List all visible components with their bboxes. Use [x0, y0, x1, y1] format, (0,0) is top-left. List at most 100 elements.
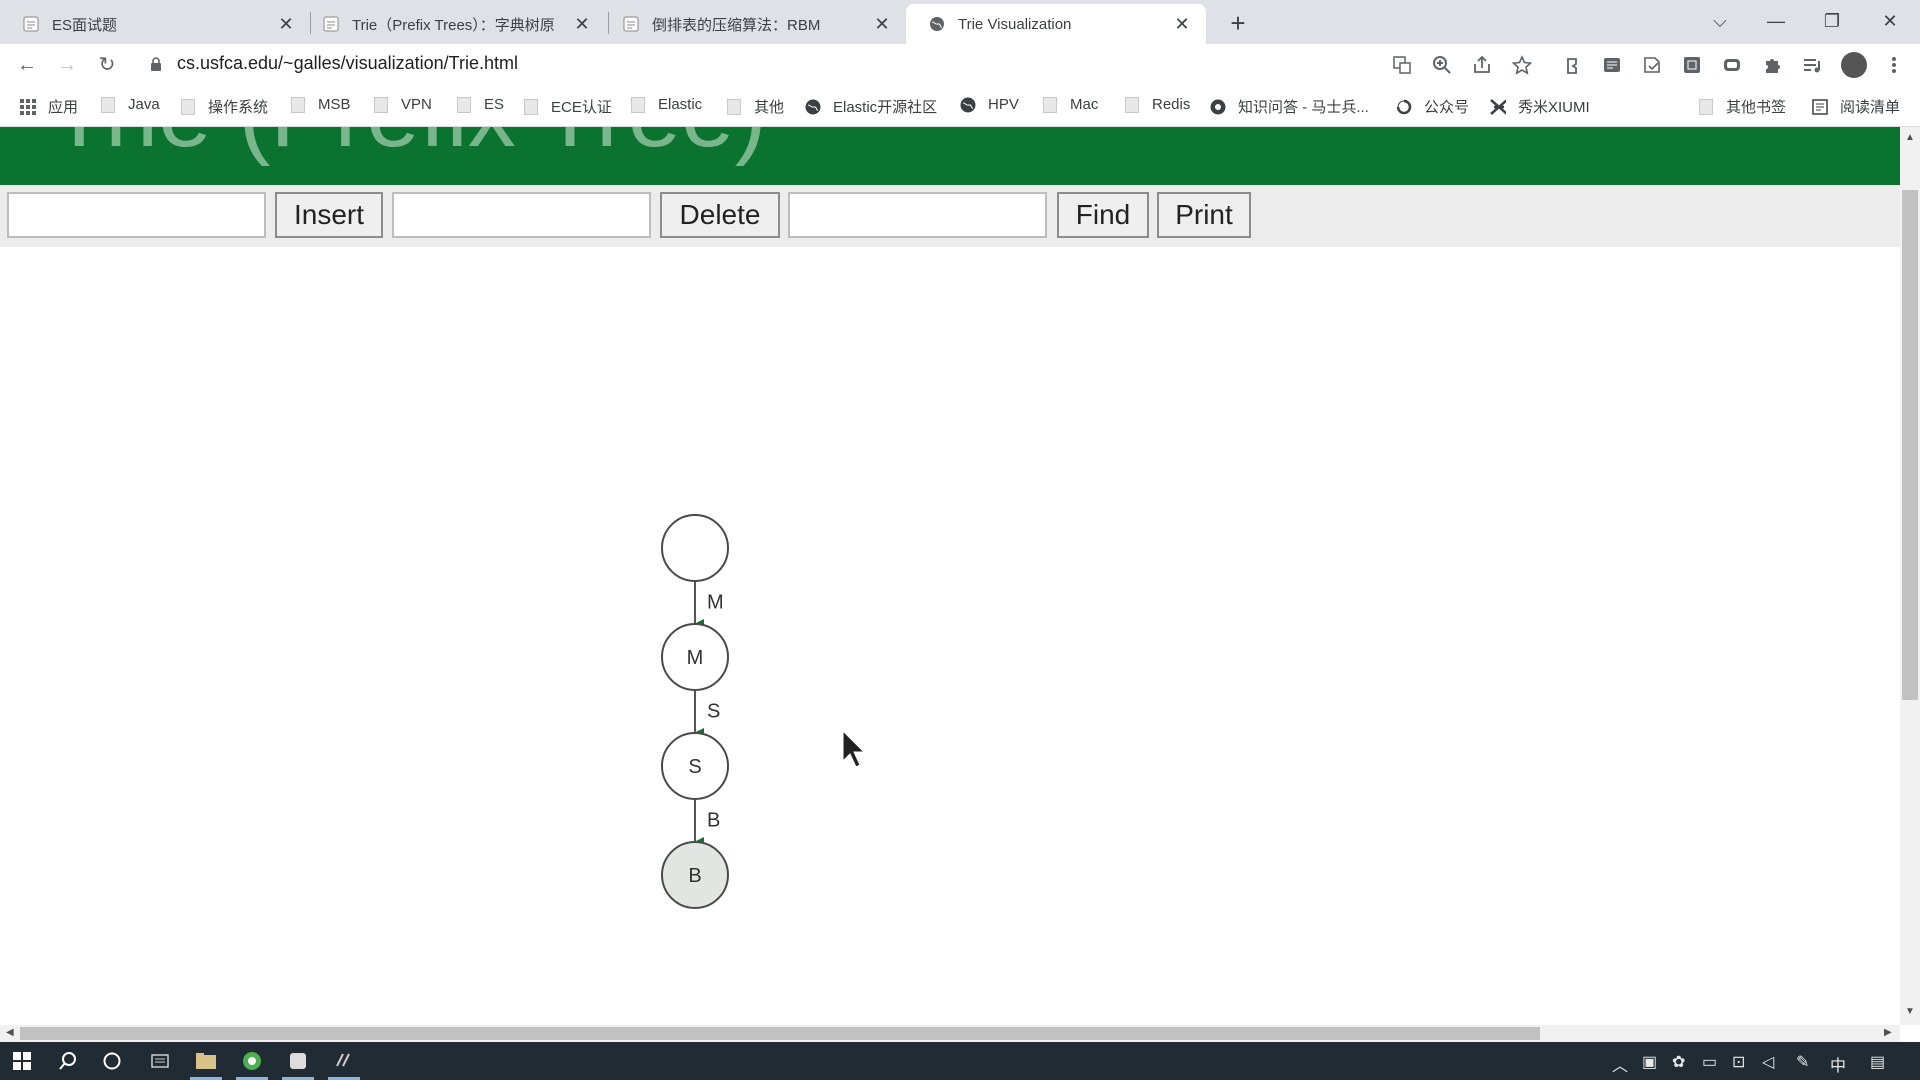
app-icon[interactable] [322, 1046, 366, 1080]
bookmark-reading-list[interactable]: 阅读清单 [1812, 96, 1900, 117]
browser-toolbar: ← → ↻ cs.usfca.edu/~galles/visualization… [0, 44, 1920, 86]
scroll-left-arrow-icon[interactable]: ◀ [6, 1027, 14, 1038]
menu-kebab-icon[interactable] [1882, 53, 1906, 77]
horizontal-scrollbar-thumb[interactable] [20, 1027, 1540, 1040]
profile-avatar[interactable] [1841, 52, 1867, 78]
folder-icon [456, 96, 472, 113]
tab-es-questions[interactable]: ES面试题 ✕ [0, 4, 310, 44]
app-icon[interactable] [276, 1046, 320, 1080]
bookmark-label: 知识问答 - 马士兵... [1238, 99, 1369, 116]
page-title: Trie (Prefix Tree) [50, 127, 767, 169]
close-icon[interactable]: ✕ [1172, 14, 1192, 35]
page-icon [322, 15, 340, 33]
trie-node-label: M [687, 647, 704, 669]
scroll-down-arrow-icon[interactable]: ▼ [1905, 1006, 1915, 1017]
extension-icon[interactable] [1560, 53, 1584, 77]
close-icon[interactable]: ✕ [276, 14, 296, 35]
search-icon[interactable] [46, 1046, 90, 1076]
trie-node-label: B [688, 865, 701, 887]
folder-icon [290, 96, 306, 113]
bookmark-ece[interactable]: ECE认证 [523, 96, 612, 117]
file-explorer-icon[interactable] [184, 1046, 228, 1080]
bookmark-label: Elastic [658, 96, 703, 113]
zoom-icon[interactable] [1430, 53, 1454, 77]
swirl-icon [1396, 99, 1412, 115]
lock-icon[interactable] [150, 57, 162, 77]
find-input[interactable] [788, 192, 1047, 238]
globe-icon [928, 15, 946, 33]
vertical-scrollbar-thumb[interactable] [1902, 190, 1918, 700]
bookmark-msb[interactable]: MSB [290, 96, 351, 113]
bookmark-label: Elastic开源社区 [833, 99, 938, 116]
extension-icon[interactable] [1640, 53, 1664, 77]
tray-app-icon[interactable]: ✿ [1672, 1052, 1685, 1072]
restore-button[interactable]: ❐ [1812, 6, 1852, 36]
bookmark-qa-msb[interactable]: 知识问答 - 马士兵... [1210, 96, 1369, 117]
windows-taskbar: ︿ ▣ ✿ ▭ ⊡ ◁ ✎ 中 ▤ [0, 1042, 1920, 1080]
tab-rbm-compression[interactable]: 倒排表的压缩算法：RBM ✕ [600, 4, 906, 44]
chrome-icon[interactable] [230, 1046, 274, 1080]
pen-icon[interactable]: ✎ [1796, 1052, 1809, 1072]
bookmark-hpv[interactable]: HPV [960, 96, 1019, 113]
print-button[interactable]: Print [1157, 192, 1251, 238]
apps-grid-icon [20, 98, 36, 115]
reload-icon[interactable]: ↻ [92, 50, 122, 80]
windows-start-icon[interactable] [0, 1046, 44, 1076]
tab-trie-visualization[interactable]: Trie Visualization ✕ [906, 4, 1206, 44]
forward-arrow-icon[interactable]: → [52, 50, 82, 80]
extension-icon[interactable] [1680, 53, 1704, 77]
address-bar[interactable]: cs.usfca.edu/~galles/visualization/Trie.… [177, 53, 518, 74]
scroll-up-arrow-icon[interactable]: ▲ [1905, 132, 1915, 143]
folder-icon [1124, 96, 1140, 113]
bookmark-elastic-community[interactable]: Elastic开源社区 [805, 96, 937, 117]
cortana-icon[interactable] [90, 1046, 134, 1076]
close-window-button[interactable]: ✕ [1870, 6, 1910, 36]
control-bar: Insert Delete Find Print [0, 185, 1900, 247]
bookmark-xiumi[interactable]: 秀米XIUMI [1490, 96, 1590, 117]
tab-trie-prefix-trees[interactable]: Trie（Prefix Trees）：字典树原 ✕ [300, 4, 606, 44]
folder-icon [1698, 98, 1714, 115]
tray-app-icon[interactable]: ▣ [1642, 1052, 1657, 1072]
puzzle-icon[interactable] [1760, 53, 1784, 77]
bookmark-other-bookmarks[interactable]: 其他书签 [1698, 96, 1786, 117]
bookmark-mac[interactable]: Mac [1042, 96, 1098, 113]
translate-icon[interactable] [1390, 53, 1414, 77]
bookmark-es[interactable]: ES [456, 96, 504, 113]
delete-button[interactable]: Delete [660, 192, 780, 238]
bookmark-apps[interactable]: 应用 [20, 96, 78, 117]
bookmark-redis[interactable]: Redis [1124, 96, 1190, 113]
media-control-icon[interactable] [1800, 53, 1824, 77]
back-arrow-icon[interactable]: ← [12, 50, 42, 80]
notification-icon[interactable]: ▤ [1870, 1052, 1885, 1072]
find-button[interactable]: Find [1057, 192, 1149, 238]
bookmark-java[interactable]: Java [100, 96, 160, 113]
bookmark-star-icon[interactable] [1510, 53, 1534, 77]
battery-icon[interactable]: ▭ [1702, 1052, 1717, 1072]
trie-edge-label: M [707, 592, 724, 614]
new-tab-button[interactable]: + [1222, 8, 1254, 40]
close-icon[interactable]: ✕ [872, 14, 892, 35]
bookmark-other[interactable]: 其他 [726, 96, 784, 117]
scroll-right-arrow-icon[interactable]: ▶ [1884, 1027, 1892, 1038]
bookmark-vpn[interactable]: VPN [373, 96, 432, 113]
volume-icon[interactable]: ◁ [1762, 1052, 1774, 1072]
bookmark-wechat-public[interactable]: 公众号 [1396, 96, 1469, 117]
close-icon[interactable]: ✕ [572, 14, 592, 35]
ime-indicator[interactable]: 中 [1830, 1052, 1846, 1076]
insert-button[interactable]: Insert [275, 192, 383, 238]
task-view-icon[interactable] [138, 1046, 182, 1076]
tab-search-chevron-icon[interactable]: ⌵ [1700, 6, 1740, 36]
insert-input[interactable] [7, 192, 266, 238]
bookmark-label: Java [128, 96, 160, 113]
minimize-button[interactable]: — [1756, 6, 1796, 36]
extension-icon[interactable] [1600, 53, 1624, 77]
network-icon[interactable]: ⊡ [1732, 1052, 1745, 1072]
bookmark-os[interactable]: 操作系统 [180, 96, 268, 117]
folder-icon [373, 96, 389, 113]
bookmark-elastic[interactable]: Elastic [630, 96, 702, 113]
share-icon[interactable] [1470, 53, 1494, 77]
page-viewport: Trie (Prefix Tree) Insert Delete Find Pr… [0, 127, 1900, 1025]
extension-icon[interactable] [1720, 53, 1744, 77]
tray-chevron-up-icon[interactable]: ︿ [1612, 1052, 1628, 1076]
delete-input[interactable] [392, 192, 651, 238]
